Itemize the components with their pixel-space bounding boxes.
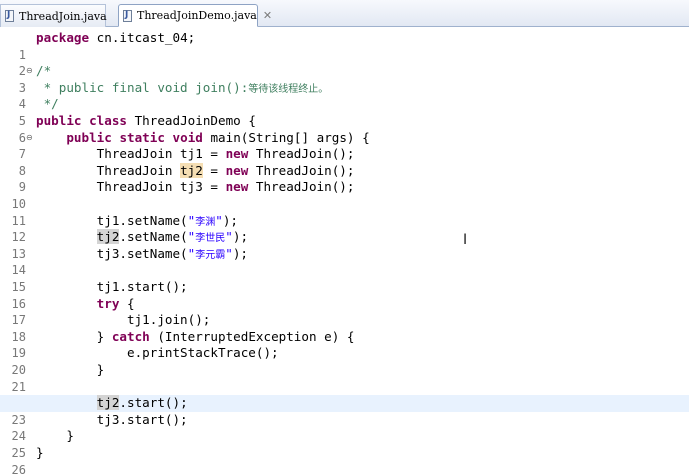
tab-threadjoin[interactable]: ThreadJoin.java	[0, 4, 107, 27]
keyword: class	[89, 113, 128, 128]
code-text: ThreadJoin tj1 =	[36, 146, 226, 162]
fold-collapse-icon[interactable]: ⊖	[26, 63, 33, 80]
code-line-4: 4 * public final void join():等待该线程终止。	[0, 79, 689, 112]
comment: */	[36, 96, 59, 112]
code-editor[interactable]: 1 package cn.itcast_04; 2 3 ⊖ /* 4 * pub…	[0, 27, 689, 476]
code-text: e.printStackTrace();	[36, 345, 279, 361]
code-line-8: 8 ThreadJoin tj1 = new ThreadJoin();	[0, 146, 689, 178]
tab-label: ThreadJoinDemo.java	[137, 9, 257, 22]
keyword: new	[225, 162, 249, 178]
code-line-10: 10 ThreadJoin tj3 = new ThreadJoin();	[0, 179, 689, 211]
code-text: =	[202, 162, 226, 178]
selected-occurrence: tj2	[180, 162, 203, 178]
code-line-27: 27	[0, 462, 689, 476]
code-text: (InterruptedException e) {	[149, 328, 355, 344]
code-text: main(String[] args) {	[202, 129, 370, 145]
code-line-16: 16 tj1.start();	[0, 279, 689, 311]
code-text: tj3.setName(	[36, 245, 188, 261]
code-line-9: 9 ThreadJoin tj2 = new ThreadJoin();	[0, 162, 689, 194]
code-text: tj1.setName(	[36, 212, 188, 228]
occurrence-highlight: tj2	[96, 395, 120, 411]
string-value: 李渊	[195, 216, 216, 228]
code-line-17: 17 try {	[0, 295, 689, 328]
code-line-2: 2	[0, 47, 689, 78]
code-line-3: 3 ⊖ /*	[0, 63, 689, 95]
keyword: try	[96, 295, 120, 311]
string-quote: "	[225, 245, 233, 261]
string-value: 李元霸	[195, 249, 226, 261]
comment-cjk: 等待该线程终止。	[248, 83, 329, 95]
code-line-19: 19 } catch (InterruptedException e) {	[0, 328, 689, 361]
code-text: );	[232, 229, 249, 245]
close-icon[interactable]: ✕	[263, 9, 272, 22]
code-text: tj3.start();	[36, 411, 188, 427]
comment: * public final void join():	[36, 79, 249, 95]
code-text: ThreadJoin tj3 =	[36, 179, 226, 195]
keyword: package	[36, 30, 90, 45]
code-text: }	[36, 445, 44, 460]
code-text: {	[119, 295, 135, 311]
string-value: 李世民	[195, 233, 226, 245]
code-line-25: 25 }	[0, 428, 689, 460]
code-text: .start();	[119, 395, 188, 411]
code-line-12: 12 tj1.setName("李渊");	[0, 212, 689, 245]
keyword: new	[225, 179, 249, 195]
code-line-14: 14 tj3.setName("李元霸");	[0, 245, 689, 278]
code-text: );	[232, 245, 249, 261]
code-line-7: 7 ⊖ public static void main(String[] arg…	[0, 129, 689, 162]
code-line-13: 13 tj2.setName("李世民");	[0, 229, 689, 261]
code-line-1: 1 package cn.itcast_04;	[0, 30, 689, 62]
code-line-23-current: 23 tj2.start();	[0, 395, 689, 427]
keyword: new	[225, 146, 249, 162]
code-line-22: 22	[0, 379, 689, 410]
java-file-icon	[123, 9, 132, 22]
code-text: tj1.start();	[36, 279, 188, 294]
code-line-26: 26 }	[0, 445, 689, 476]
code-text: }	[36, 328, 112, 344]
comment: /*	[36, 63, 52, 79]
code-line-21: 21 }	[0, 362, 689, 394]
tab-threadjoindemo[interactable]: ThreadJoinDemo.java ✕	[118, 4, 272, 27]
code-text: tj1.join();	[36, 312, 211, 328]
keyword: public	[66, 129, 112, 145]
code-text: ThreadJoinDemo {	[127, 113, 256, 128]
code-text: cn.itcast_04;	[89, 30, 196, 45]
code-text: ThreadJoin();	[248, 146, 355, 162]
code-line-11: 11	[0, 196, 689, 228]
keyword: void	[172, 129, 203, 145]
code-text: }	[36, 362, 105, 377]
java-file-icon	[5, 10, 14, 22]
tab-label: ThreadJoin.java	[19, 9, 107, 23]
keyword: catch	[111, 328, 150, 344]
keyword: static	[119, 129, 165, 145]
code-text: ThreadJoin();	[248, 162, 355, 178]
fold-collapse-icon[interactable]: ⊖	[26, 130, 33, 147]
occurrence-highlight: tj2	[96, 229, 120, 245]
string-quote: "	[215, 212, 223, 228]
code-line-15: 15	[0, 262, 689, 294]
code-line-24: 24 tj3.start();	[0, 411, 689, 444]
code-line-18: 18 tj1.join();	[0, 312, 689, 344]
keyword: public	[36, 113, 82, 128]
code-text: ThreadJoin();	[248, 179, 355, 195]
editor-tab-bar: ThreadJoin.java ThreadJoinDemo.java ✕	[0, 0, 689, 27]
code-text: }	[36, 428, 74, 444]
code-line-20: 20 e.printStackTrace();	[0, 345, 689, 377]
code-text: .setName(	[119, 229, 188, 245]
i-beam-cursor-icon: I	[463, 232, 468, 248]
string-quote: "	[225, 229, 233, 245]
code-line-6: 6 public class ThreadJoinDemo {	[0, 113, 689, 145]
code-text: );	[222, 212, 239, 228]
code-text: ThreadJoin	[36, 162, 181, 178]
code-line-5: 5 */	[0, 96, 689, 128]
